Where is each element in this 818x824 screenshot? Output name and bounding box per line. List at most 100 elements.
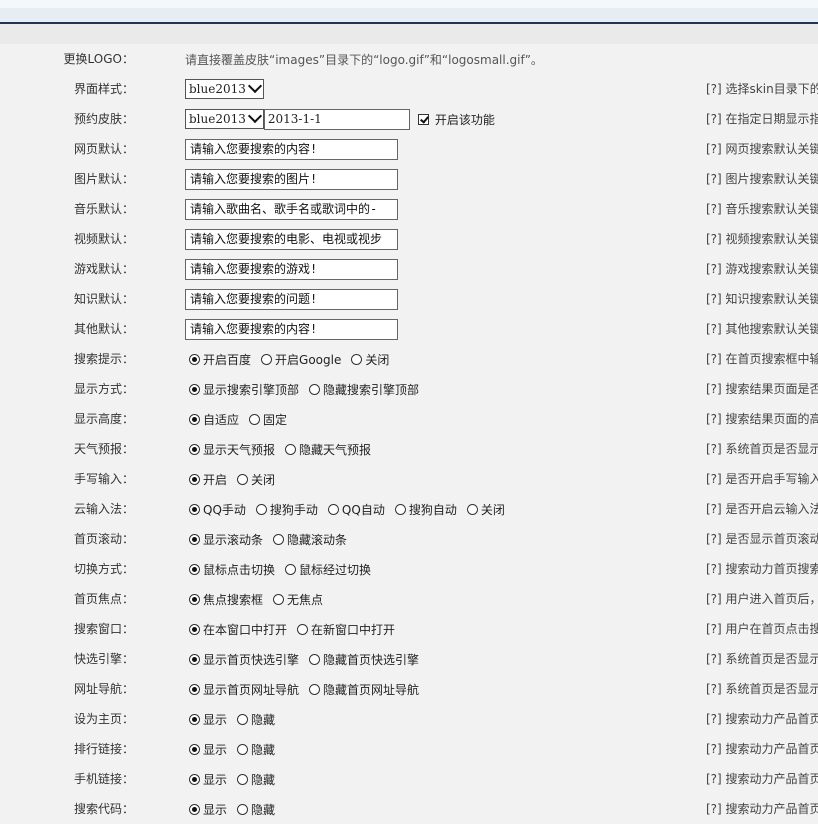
- help-hint[interactable]: [?] 搜索动力产品首页: [706, 704, 818, 734]
- enable-feature-checkbox[interactable]: 开启该功能: [417, 111, 495, 128]
- radio-option[interactable]: 隐藏首页网址导航: [305, 681, 419, 698]
- setting-row-game: 游戏默认： 请输入您要搜索的游戏! [?] 游戏搜索默认关键: [0, 254, 818, 284]
- radio-option[interactable]: 显示天气预报: [185, 441, 275, 458]
- help-hint[interactable]: [?] 搜索结果页面的高: [706, 404, 818, 434]
- game-default-input[interactable]: 请输入您要搜索的游戏!: [185, 258, 398, 280]
- setting-label: 其他默认：: [73, 322, 134, 336]
- help-hint[interactable]: [?] 是否开启云输入法: [706, 494, 818, 524]
- setting-control: 请输入歌曲名、歌手名或歌词中的-: [185, 194, 398, 224]
- help-hint[interactable]: [?] 其他搜索默认关键: [706, 314, 818, 344]
- radio-option[interactable]: QQ自动: [324, 501, 385, 518]
- radio-option[interactable]: 开启Google: [257, 351, 341, 368]
- logo-label: 更换LOGO：: [63, 52, 134, 66]
- radio-selected-icon: [189, 533, 200, 545]
- help-hint[interactable]: [?] 是否开启手写输入: [706, 464, 818, 494]
- help-hint[interactable]: [?] 在首页搜索框中输: [706, 344, 818, 374]
- radio-option-label: 隐藏搜索引擎顶部: [323, 382, 420, 397]
- radio-option[interactable]: QQ手动: [185, 501, 246, 518]
- image-default-input[interactable]: 请输入您要搜索的图片!: [185, 168, 398, 190]
- ranking-radio-group: 显示 隐藏: [185, 741, 281, 758]
- video-default-input[interactable]: 请输入您要搜索的电影、电视或视步: [185, 228, 398, 250]
- help-hint[interactable]: [?] 系统首页是否显示: [706, 644, 818, 674]
- radio-option[interactable]: 关闭: [347, 351, 389, 368]
- help-hint[interactable]: [?] 系统首页是否显示: [706, 674, 818, 704]
- radio-option[interactable]: 隐藏: [233, 801, 275, 818]
- radio-option-label: 显示: [203, 772, 228, 787]
- radio-option[interactable]: 关闭: [233, 471, 275, 488]
- web-default-input[interactable]: 请输入您要搜索的内容!: [185, 138, 398, 160]
- radio-option[interactable]: 鼠标经过切换: [281, 561, 371, 578]
- music-default-input[interactable]: 请输入歌曲名、歌手名或歌词中的-: [185, 198, 398, 220]
- radio-option[interactable]: 固定: [245, 411, 287, 428]
- radio-selected-icon: [189, 713, 200, 725]
- radio-option[interactable]: 无焦点: [269, 591, 323, 608]
- radio-option-label: 显示首页网址导航: [203, 682, 300, 697]
- radio-option[interactable]: 显示: [185, 741, 227, 758]
- setting-row-web: 网页默认： 请输入您要搜索的内容! [?] 网页搜索默认关键: [0, 134, 818, 164]
- radio-option-label: 显示: [203, 712, 228, 727]
- radio-unselected-icon: [237, 773, 249, 785]
- radio-option[interactable]: 隐藏: [233, 771, 275, 788]
- radio-option[interactable]: 鼠标点击切换: [185, 561, 275, 578]
- help-hint[interactable]: [?] 搜索结果页面是否: [706, 374, 818, 404]
- radio-option[interactable]: 在新窗口中打开: [293, 621, 395, 638]
- setting-control: 显示 隐藏: [185, 734, 281, 764]
- help-hint[interactable]: [?] 系统首页是否显示: [706, 434, 818, 464]
- radio-option[interactable]: 隐藏搜索引擎顶部: [305, 381, 419, 398]
- skin-select[interactable]: blue2013: [185, 78, 264, 99]
- radio-selected-icon: [189, 743, 200, 755]
- radio-option[interactable]: 开启: [185, 471, 227, 488]
- radio-option[interactable]: 焦点搜索框: [185, 591, 263, 608]
- radio-option[interactable]: 显示: [185, 771, 227, 788]
- help-hint[interactable]: [?] 音乐搜索默认关键: [706, 194, 818, 224]
- setting-control: 显示滚动条 隐藏滚动条: [185, 524, 353, 554]
- radio-option[interactable]: 开启百度: [185, 351, 251, 368]
- radio-option[interactable]: 隐藏首页快选引擎: [305, 651, 419, 668]
- other-default-input[interactable]: 请输入您要搜索的内容!: [185, 318, 398, 340]
- radio-option[interactable]: 隐藏: [233, 711, 275, 728]
- radio-option[interactable]: 关闭: [463, 501, 505, 518]
- radio-option[interactable]: 显示: [185, 711, 227, 728]
- help-hint[interactable]: [?] 视频搜索默认关键: [706, 224, 818, 254]
- radio-option[interactable]: 显示滚动条: [185, 531, 263, 548]
- help-hint[interactable]: [?] 搜索动力首页搜索: [706, 554, 818, 584]
- setting-row-urlnav: 网址导航： 显示首页网址导航 隐藏首页网址导航 [?] 系统首页是否显示: [0, 674, 818, 704]
- setting-row-mobile: 手机链接： 显示 隐藏 [?] 搜索动力产品首页: [0, 764, 818, 794]
- help-hint[interactable]: [?] 搜索动力产品首页: [706, 794, 818, 824]
- radio-option[interactable]: 隐藏天气预报: [281, 441, 371, 458]
- help-hint[interactable]: [?] 用户在首页点击搜: [706, 614, 818, 644]
- radio-option[interactable]: 显示首页网址导航: [185, 681, 299, 698]
- radio-option[interactable]: 显示搜索引擎顶部: [185, 381, 299, 398]
- help-hint[interactable]: [?] 用户进入首页后，: [706, 584, 818, 614]
- help-hint[interactable]: [?] 游戏搜索默认关键: [706, 254, 818, 284]
- select-value: blue2013: [189, 112, 246, 126]
- radio-option[interactable]: 搜狗手动: [252, 501, 318, 518]
- help-hint[interactable]: [?] 图片搜索默认关键: [706, 164, 818, 194]
- help-hint[interactable]: [?] 搜索动力产品首页: [706, 734, 818, 764]
- help-hint[interactable]: [?] 选择skin目录下的: [706, 74, 818, 104]
- radio-option[interactable]: 显示: [185, 801, 227, 818]
- knowledge-default-input[interactable]: 请输入您要搜索的问题!: [185, 288, 398, 310]
- date-input[interactable]: 2013-1-1: [263, 108, 410, 130]
- radio-unselected-icon: [237, 473, 249, 485]
- radio-option[interactable]: 在本窗口中打开: [185, 621, 287, 638]
- help-hint[interactable]: [?] 知识搜索默认关键: [706, 284, 818, 314]
- radio-unselected-icon: [394, 503, 406, 515]
- radio-option[interactable]: 隐藏: [233, 741, 275, 758]
- radio-option[interactable]: 自适应: [185, 411, 239, 428]
- schedule-select[interactable]: blue2013: [185, 108, 264, 129]
- setting-label: 预约皮肤：: [73, 112, 134, 126]
- help-hint[interactable]: [?] 网页搜索默认关键: [706, 134, 818, 164]
- setting-row-homepage: 设为主页： 显示 隐藏 [?] 搜索动力产品首页: [0, 704, 818, 734]
- help-hint[interactable]: [?] 搜索动力产品首页: [706, 764, 818, 794]
- radio-option[interactable]: 显示首页快选引擎: [185, 651, 299, 668]
- radio-option[interactable]: 搜狗自动: [391, 501, 457, 518]
- setting-label: 网页默认：: [73, 142, 134, 156]
- setting-control: 显示 隐藏: [185, 704, 281, 734]
- help-hint[interactable]: [?] 是否显示首页滚动: [706, 524, 818, 554]
- setting-control: 请输入您要搜索的图片!: [185, 164, 398, 194]
- setting-control: 请输入您要搜索的内容!: [185, 134, 398, 164]
- help-hint[interactable]: [?] 在指定日期显示指: [706, 104, 818, 134]
- checkbox-checked-icon: [417, 113, 429, 125]
- radio-option[interactable]: 隐藏滚动条: [269, 531, 347, 548]
